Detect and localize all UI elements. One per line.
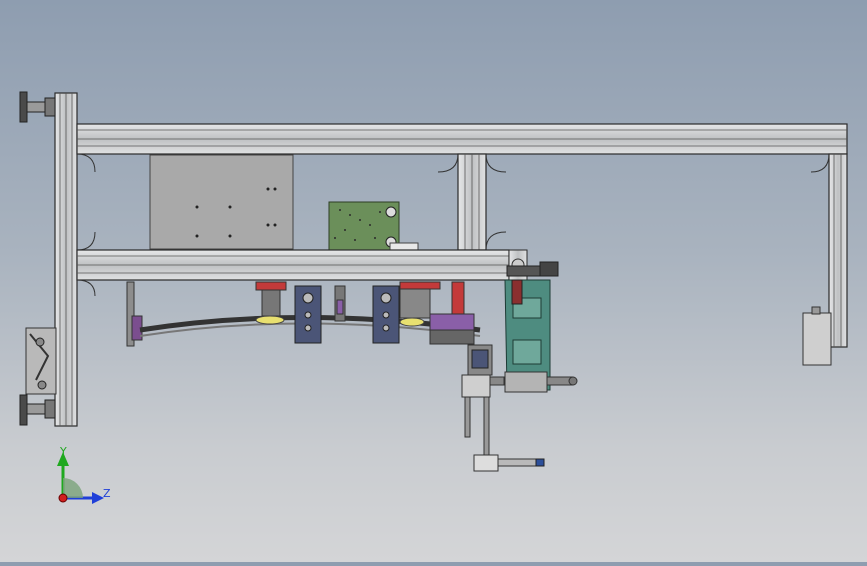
left-column-profile	[54, 92, 78, 427]
gripper-assembly	[126, 281, 481, 347]
z-axis-label: Z	[103, 487, 111, 500]
leveling-foot-bottom	[19, 394, 56, 426]
assembly-drawing[interactable]: Y Z	[0, 0, 867, 562]
leveling-foot-top	[19, 91, 56, 123]
hinge-bracket	[25, 327, 57, 395]
control-pcb	[328, 201, 419, 251]
view-triad[interactable]: Y Z	[57, 445, 111, 504]
sensor-box	[802, 306, 832, 366]
top-beam-profile	[76, 123, 848, 155]
x-axis-dot	[58, 493, 68, 503]
cad-viewport[interactable]: Y Z	[0, 0, 867, 562]
gray-mounting-plate	[149, 154, 294, 250]
teal-side-bracket	[504, 261, 578, 393]
y-axis-label: Y	[59, 445, 67, 458]
